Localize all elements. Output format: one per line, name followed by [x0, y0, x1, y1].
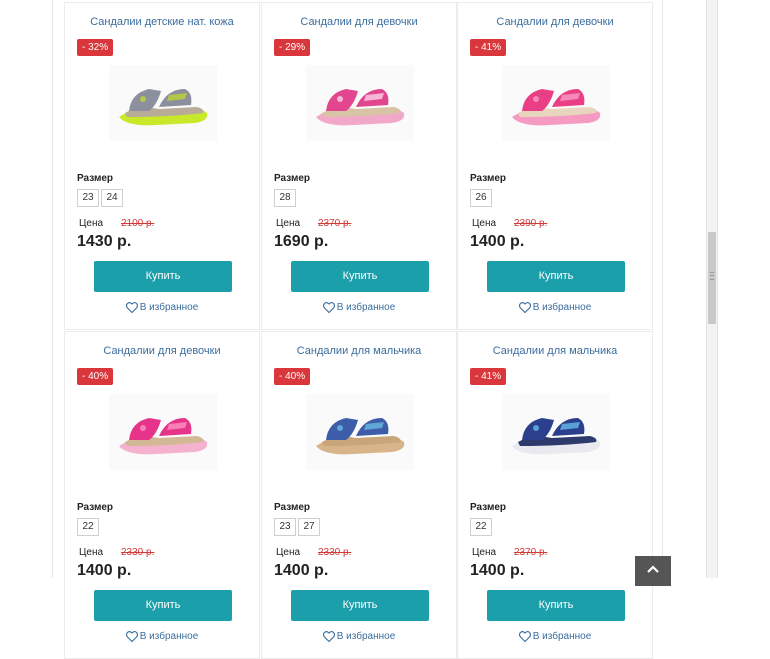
price-label: Цена [472, 218, 497, 229]
product-image[interactable] [109, 394, 217, 470]
discount-badge: - 32% [77, 39, 114, 56]
current-price: 1400 р. [470, 562, 525, 579]
discount-badge: - 41% [470, 368, 507, 385]
scrollbar[interactable] [706, 0, 718, 578]
heart-icon [518, 631, 531, 642]
size-options: 23 27 [274, 518, 320, 536]
product-title-link[interactable]: Сандалии для девочки [458, 16, 652, 28]
heart-icon [518, 302, 531, 313]
size-options: 22 [470, 518, 492, 536]
product-title-link[interactable]: Сандалии для мальчика [458, 345, 652, 357]
scrollbar-grip-icon [710, 272, 714, 280]
heart-icon [322, 631, 335, 642]
product-title-link[interactable]: Сандалии для девочки [65, 345, 259, 357]
product-card: Сандалии для девочки - 40% Размер 22 Цена 233… [64, 331, 260, 659]
favorite-label: В избранное [139, 631, 199, 643]
product-image[interactable] [306, 394, 414, 470]
add-to-favorites-link[interactable]: В избранное [65, 631, 259, 642]
current-price: 1400 р. [274, 562, 329, 579]
size-options: 23 24 [77, 189, 123, 207]
product-image[interactable] [502, 65, 610, 141]
favorite-label: В избранное [336, 302, 396, 314]
scrollbar-thumb[interactable] [708, 232, 716, 324]
size-options: 26 [470, 189, 492, 207]
size-option[interactable]: 23 [274, 518, 296, 536]
price-label: Цена [472, 547, 497, 558]
product-title-link[interactable]: Сандалии для девочки [262, 16, 456, 28]
size-option[interactable]: 22 [77, 518, 99, 536]
buy-button[interactable]: Купить [487, 261, 625, 292]
discount-badge: - 40% [274, 368, 311, 385]
size-label: Размер [274, 173, 311, 184]
old-price: 2330 р. [121, 547, 155, 558]
buy-button[interactable]: Купить [291, 261, 429, 292]
current-price: 1400 р. [470, 233, 525, 250]
size-label: Размер [470, 173, 507, 184]
size-options: 22 [77, 518, 99, 536]
old-price: 2370 р. [514, 547, 548, 558]
size-label: Размер [470, 502, 507, 513]
old-price: 2390 р. [514, 218, 548, 229]
add-to-favorites-link[interactable]: В избранное [65, 302, 259, 313]
chevron-up-icon [647, 565, 659, 573]
add-to-favorites-link[interactable]: В избранное [458, 302, 652, 313]
scroll-to-top-button[interactable] [635, 556, 671, 586]
product-card: Сандалии для мальчика - 41% Размер 22 Цена 23… [457, 331, 653, 659]
product-card: Сандалии для девочки - 41% Размер 26 Цена 239… [457, 2, 653, 330]
size-option[interactable]: 24 [101, 189, 123, 207]
size-option[interactable]: 26 [470, 189, 492, 207]
size-label: Размер [77, 502, 114, 513]
current-price: 1400 р. [77, 562, 132, 579]
buy-button[interactable]: Купить [487, 590, 625, 621]
price-label: Цена [79, 218, 104, 229]
favorite-label: В избранное [532, 302, 592, 314]
old-price: 2330 р. [318, 547, 352, 558]
current-price: 1690 р. [274, 233, 329, 250]
product-image[interactable] [109, 65, 217, 141]
size-option[interactable]: 28 [274, 189, 296, 207]
buy-button[interactable]: Купить [291, 590, 429, 621]
size-label: Размер [274, 502, 311, 513]
buy-button[interactable]: Купить [94, 261, 232, 292]
buy-button[interactable]: Купить [94, 590, 232, 621]
heart-icon [125, 302, 138, 313]
heart-icon [322, 302, 335, 313]
size-option[interactable]: 22 [470, 518, 492, 536]
size-option[interactable]: 27 [298, 518, 320, 536]
product-card: Сандалии детские нат. кожа - 32% Размер 23 2… [64, 2, 260, 330]
add-to-favorites-link[interactable]: В избранное [262, 631, 456, 642]
favorite-label: В избранное [336, 631, 396, 643]
discount-badge: - 41% [470, 39, 507, 56]
product-title-link[interactable]: Сандалии для мальчика [262, 345, 456, 357]
size-options: 28 [274, 189, 296, 207]
old-price: 2370 р. [318, 218, 352, 229]
product-title-link[interactable]: Сандалии детские нат. кожа [65, 16, 259, 28]
product-image[interactable] [502, 394, 610, 470]
old-price: 2100 р. [121, 218, 155, 229]
favorite-label: В избранное [139, 302, 199, 314]
add-to-favorites-link[interactable]: В избранное [458, 631, 652, 642]
product-card: Сандалии для мальчика - 40% Размер 23 27 Цена… [261, 331, 457, 659]
price-label: Цена [276, 218, 301, 229]
discount-badge: - 29% [274, 39, 311, 56]
size-label: Размер [77, 173, 114, 184]
price-label: Цена [276, 547, 301, 558]
favorite-label: В избранное [532, 631, 592, 643]
current-price: 1430 р. [77, 233, 132, 250]
product-card: Сандалии для девочки - 29% Размер 28 Цена 237… [261, 2, 457, 330]
heart-icon [125, 631, 138, 642]
page-rail-right [662, 0, 663, 578]
add-to-favorites-link[interactable]: В избранное [262, 302, 456, 313]
size-option[interactable]: 23 [77, 189, 99, 207]
price-label: Цена [79, 547, 104, 558]
product-image[interactable] [306, 65, 414, 141]
page-rail-left [52, 0, 53, 578]
discount-badge: - 40% [77, 368, 114, 385]
